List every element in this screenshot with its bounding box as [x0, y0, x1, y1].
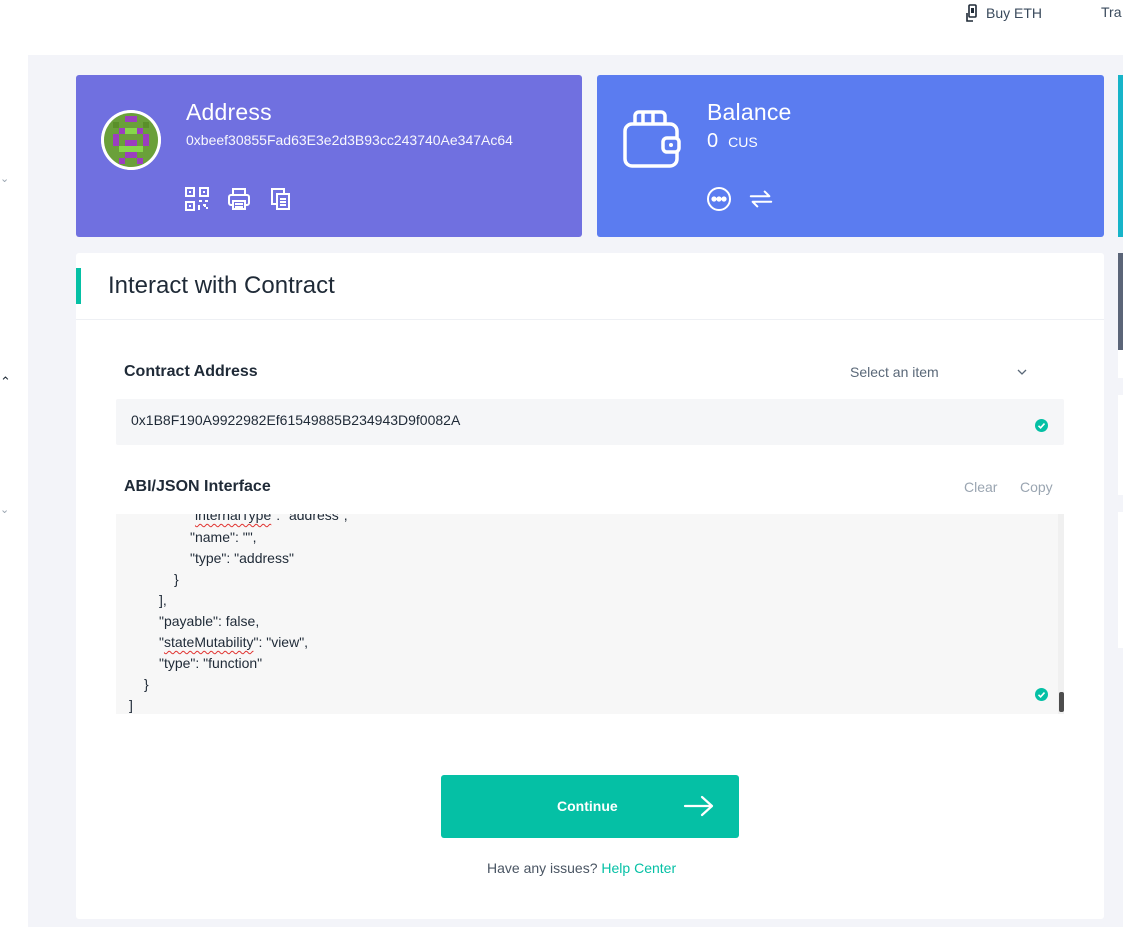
arrow-right-icon: [683, 795, 714, 817]
abi-line: "type": "address": [190, 550, 294, 566]
printer-icon[interactable]: [226, 186, 252, 212]
sidebar-chevron-down-icon[interactable]: ⌄: [0, 503, 9, 516]
abi-line: "internalType": "address",: [190, 514, 348, 523]
valid-check-icon: [1035, 419, 1048, 432]
avatar: [101, 110, 161, 170]
more-icon[interactable]: [706, 186, 732, 212]
scrollbar-track[interactable]: [1058, 514, 1064, 714]
sidebar-chevron-down-icon[interactable]: ⌄: [0, 172, 9, 185]
sidebar-chevron-up-icon[interactable]: ⌃: [0, 374, 11, 390]
edge-card: [1118, 350, 1123, 378]
chevron-down-icon: [1017, 369, 1027, 375]
balance-card: Balance 0 CUS: [597, 75, 1104, 237]
top-bar: Buy ETH Tra: [0, 0, 1123, 55]
contract-address-input[interactable]: 0x1B8F190A9922982Ef61549885B234943D9f008…: [116, 399, 1064, 445]
abi-line: ]: [129, 697, 133, 713]
spellcheck-word: stateMutability: [163, 634, 254, 650]
abi-line: "payable": false,: [159, 613, 260, 629]
contract-address-value: 0x1B8F190A9922982Ef61549885B234943D9f008…: [131, 412, 461, 428]
edge-card: [1118, 75, 1123, 237]
copy-button[interactable]: Copy: [1020, 479, 1053, 495]
continue-label: Continue: [557, 798, 618, 814]
contract-select-placeholder: Select an item: [850, 364, 939, 380]
tra-label: Tra: [1101, 4, 1122, 20]
balance-unit: CUS: [728, 134, 758, 150]
balance-title: Balance: [707, 99, 792, 125]
edge-card: [1118, 253, 1123, 350]
abi-line: ],: [159, 592, 167, 608]
edge-card: [1118, 395, 1123, 495]
help-center-link[interactable]: Help Center: [601, 860, 676, 876]
page-title: Interact with Contract: [108, 272, 335, 299]
continue-button[interactable]: Continue: [441, 775, 739, 838]
help-prefix: Have any issues?: [487, 860, 598, 876]
scrollbar-thumb[interactable]: [1059, 692, 1064, 712]
address-actions: [184, 186, 294, 212]
abi-textarea[interactable]: "internalType": "address", "name": "", "…: [116, 514, 1064, 714]
swap-icon[interactable]: [748, 186, 774, 212]
abi-line-text: "internalType": "address",: [190, 514, 348, 523]
abi-line: "type": "function": [159, 655, 263, 671]
abi-line: }: [144, 676, 149, 692]
valid-check-icon: [1035, 688, 1048, 701]
panel-accent-bar: [76, 268, 81, 304]
buy-eth-label: Buy ETH: [986, 5, 1043, 21]
divider: [76, 319, 1104, 320]
contract-address-label: Contract Address: [124, 363, 258, 380]
wallet-icon: [623, 110, 681, 168]
contract-select[interactable]: Select an item: [850, 364, 1027, 380]
address-card: Address 0xbeef30855Fad63E3e2d3B93cc24374…: [76, 75, 582, 237]
balance-actions: [706, 186, 774, 212]
buy-eth-link[interactable]: Buy ETH: [966, 4, 1042, 22]
identicon-icon: [101, 110, 161, 170]
spellcheck-word: internalType: [194, 514, 272, 523]
abi-line: "name": "",: [190, 529, 257, 545]
qr-code-icon[interactable]: [184, 186, 210, 212]
copy-icon[interactable]: [268, 186, 294, 212]
address-value: 0xbeef30855Fad63E3e2d3B93cc243740Ae347Ac…: [186, 132, 513, 148]
address-title: Address: [186, 99, 272, 125]
abi-line: }: [174, 571, 179, 587]
abi-label: ABI/JSON Interface: [124, 478, 271, 495]
balance-amount: 0: [707, 130, 719, 152]
help-text: Have any issues? Help Center: [487, 860, 676, 876]
edge-card: [1118, 512, 1123, 648]
clear-button[interactable]: Clear: [964, 479, 997, 495]
buy-eth-icon: [966, 4, 977, 22]
abi-line: "stateMutability": "view",: [159, 634, 309, 650]
interact-contract-panel: Interact with Contract Contract Address …: [76, 253, 1104, 919]
balance-value: 0 CUS: [707, 130, 758, 153]
tra-link[interactable]: Tra: [1101, 4, 1121, 20]
